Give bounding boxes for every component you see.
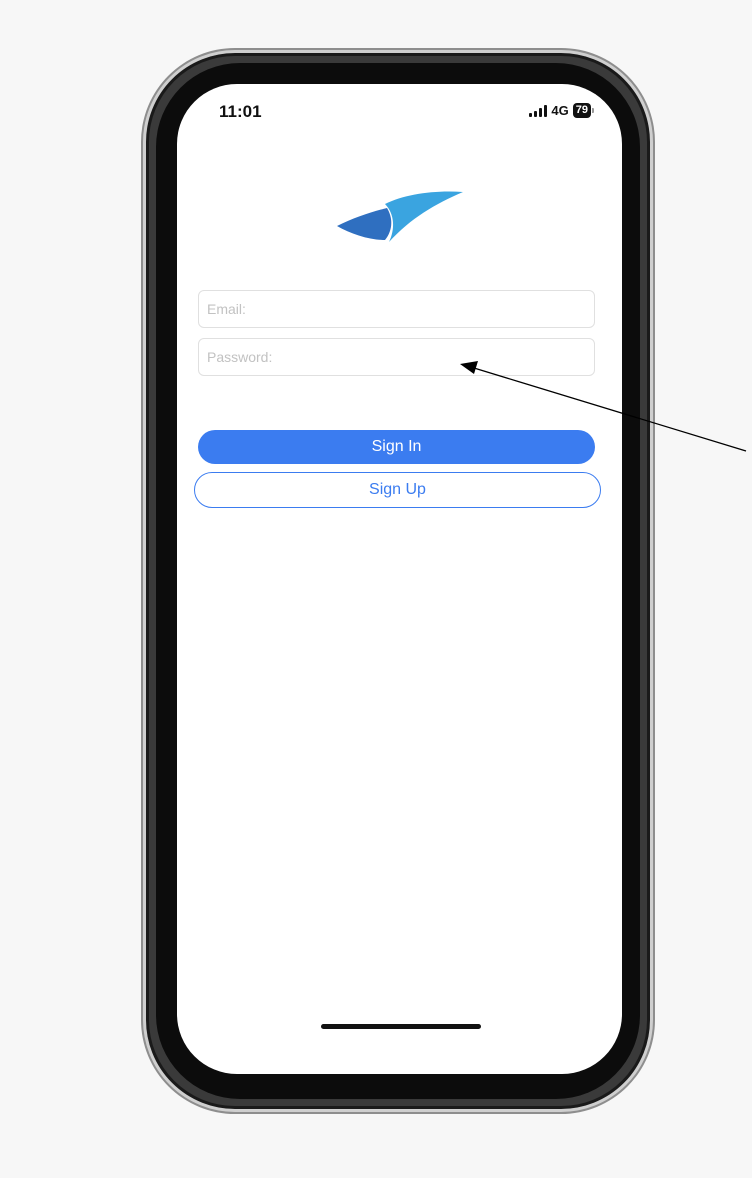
- password-field[interactable]: [198, 338, 595, 376]
- cellular-signal-icon: [529, 104, 548, 117]
- password-input[interactable]: [199, 339, 594, 375]
- email-field[interactable]: [198, 290, 595, 328]
- battery-tip: [592, 108, 594, 113]
- network-type: 4G: [551, 103, 569, 118]
- logo-wing-light: [385, 191, 463, 242]
- status-time: 11:01: [219, 102, 262, 121]
- phone-screen: 11:01 4G 79 Sign In Sign Up: [177, 84, 622, 1074]
- logo-wing-dark: [337, 208, 392, 240]
- status-indicators: 4G 79: [529, 103, 594, 118]
- battery-icon: 79: [572, 103, 591, 118]
- email-input[interactable]: [199, 291, 594, 327]
- sign-up-button[interactable]: Sign Up: [194, 472, 601, 508]
- home-indicator[interactable]: [321, 1024, 481, 1029]
- paper-plane-wing-logo: [337, 191, 463, 242]
- sign-in-button[interactable]: Sign In: [198, 430, 595, 464]
